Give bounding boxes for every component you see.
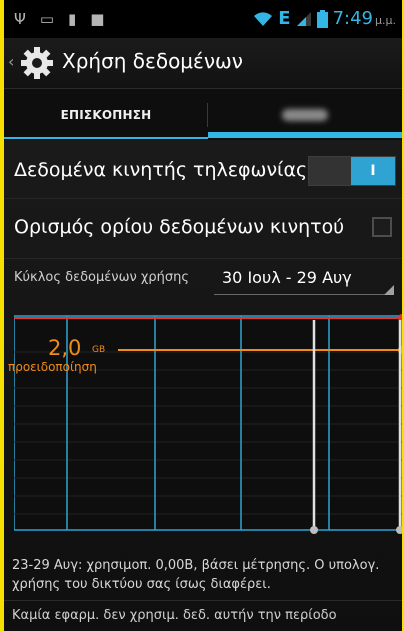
tab-mobile-label-blurred [282,109,328,121]
warning-value: 2,0 [48,336,82,360]
tab-overview-label: ΕΠΙΣΚΟΠΗΣΗ [60,108,152,122]
usage-summary: 23-29 Αυγ: χρησιμοπ. 0,00B, βάσει μέτρησ… [12,558,380,592]
tab-bar-underline [4,137,208,139]
clock-time: 7:49 [332,8,373,29]
wifi-icon [254,11,273,26]
action-bar: ‹ Χρήση δεδομένων [4,38,402,88]
usage-cycle-spinner[interactable]: 30 Ιουλ - 29 Αυγ [214,259,394,297]
data-limit-label: Ορισμός ορίου δεδομένων κινητού [14,216,345,238]
data-limit-checkbox[interactable] [372,217,392,237]
battery-icon [316,9,328,28]
data-usage-content: Δεδομένα κινητής τηλεφωνίας Ι Ορισμός ορ… [4,140,402,631]
signal-icon [296,11,311,26]
tab-bar: ΕΠΙΣΚΟΠΗΣΗ [4,88,402,141]
notification-icons: Ψ ▭ ▮ ■ [14,9,104,29]
network-type: E [278,8,291,29]
chevron-left-icon[interactable]: ‹ [8,52,14,71]
mobile-data-row[interactable]: Δεδομένα κινητής τηλεφωνίας Ι [4,140,402,198]
status-indicators: E 7:49 μ.μ. [253,8,396,29]
page-title: Χρήση δεδομένων [62,49,243,73]
spinner-underline [214,294,394,295]
cycle-start-handle[interactable] [310,526,318,534]
sd-card-icon: ▮ [68,10,77,28]
no-apps-message: Καμία εφαρμ. δεν χρησιμ. δεδ. αυτήν την … [12,608,337,623]
gear-icon[interactable] [20,46,54,80]
mobile-data-toggle[interactable]: Ι [308,156,396,186]
mobile-data-label: Δεδομένα κινητής τηλεφωνίας [14,159,308,181]
toggle-knob: Ι [351,157,395,185]
tab-overview[interactable]: ΕΠΙΣΚΟΠΗΣΗ [4,89,208,141]
flag-icon: ■ [90,10,105,28]
phone-screen: Ψ ▭ ▮ ■ E 7:49 μ.μ. ‹ Χρήση δεδομένων ΕΠ… [4,0,402,631]
warning-unit: GB [92,345,106,355]
usage-cycle-row: Κύκλος δεδομένων χρήσης 30 Ιουλ - 29 Αυγ [4,258,402,299]
usb-icon: Ψ [14,10,26,28]
spinner-arrow-icon [384,285,394,295]
data-limit-row[interactable]: Ορισμός ορίου δεδομένων κινητού [4,198,402,259]
clock: 7:49 μ.μ. [333,8,396,29]
usage-cycle-label: Κύκλος δεδομένων χρήσης [14,270,189,285]
warning-label: προειδοποίηση [8,360,97,374]
selected-tab-indicator [208,132,402,138]
clock-ampm: μ.μ. [375,14,396,27]
toggle-on-text: Ι [370,163,376,179]
usage-cycle-value: 30 Ιουλ - 29 Αυγ [222,268,352,287]
divider [4,600,402,601]
status-bar: Ψ ▭ ▮ ■ E 7:49 μ.μ. [4,0,402,38]
image-icon: ▭ [39,10,54,28]
